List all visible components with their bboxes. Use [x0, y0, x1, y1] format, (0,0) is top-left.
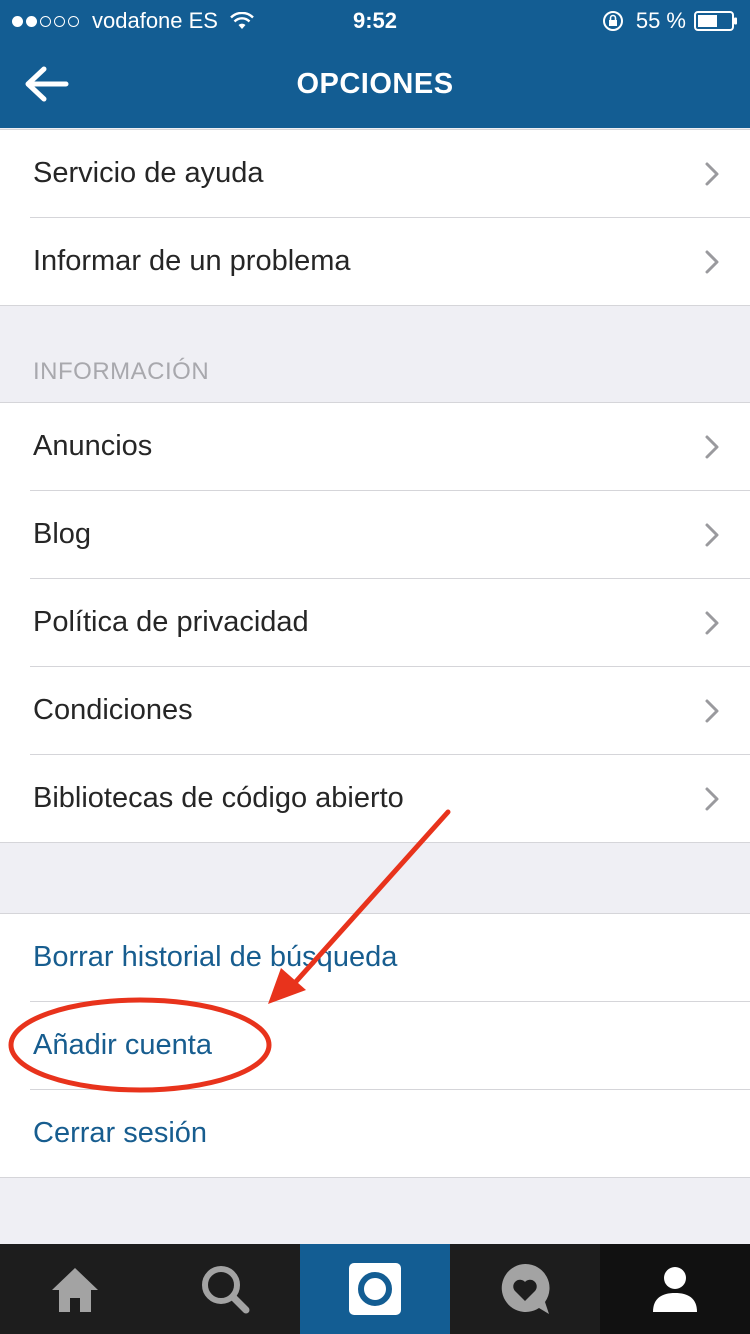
list-item-label: Anuncios: [33, 430, 153, 462]
profile-icon: [653, 1267, 697, 1312]
chevron-right-icon: [705, 787, 719, 811]
account-group: Borrar historial de búsqueda Añadir cuen…: [0, 913, 750, 1178]
add-account-button[interactable]: Añadir cuenta: [30, 1002, 750, 1090]
support-group: Servicio de ayuda Informar de un problem…: [0, 129, 750, 306]
list-item-report-problem[interactable]: Informar de un problema: [30, 218, 750, 305]
battery-percentage: 55 %: [635, 8, 686, 33]
list-item-terms[interactable]: Condiciones: [30, 667, 750, 755]
chevron-right-icon: [705, 699, 719, 723]
status-right: 55 %: [602, 8, 738, 34]
navigation-header: vodafone ES 9:52 55 % OPCIONES: [0, 0, 750, 128]
chevron-right-icon: [705, 611, 719, 635]
list-item-label: Borrar historial de búsqueda: [33, 941, 398, 973]
camera-icon: [349, 1263, 401, 1315]
chevron-right-icon: [705, 250, 719, 274]
search-icon: [202, 1266, 250, 1314]
list-item-label: Añadir cuenta: [33, 1029, 212, 1061]
chevron-right-icon: [705, 435, 719, 459]
chevron-right-icon: [705, 523, 719, 547]
list-item-label: Política de privacidad: [33, 606, 309, 638]
rotation-lock-icon: [602, 11, 623, 31]
list-item-open-source-libraries[interactable]: Bibliotecas de código abierto: [30, 755, 750, 842]
section-header-info: INFORMACIÓN: [33, 358, 210, 385]
list-item-privacy-policy[interactable]: Política de privacidad: [30, 579, 750, 667]
tab-bar: [0, 1244, 750, 1334]
activity-heart-icon: [501, 1263, 550, 1314]
list-item-label: Servicio de ayuda: [33, 157, 264, 189]
page-title: OPCIONES: [296, 68, 454, 100]
list-item-blog[interactable]: Blog: [30, 491, 750, 579]
clear-search-history-button[interactable]: Borrar historial de búsqueda: [30, 914, 750, 1002]
list-item-label: Informar de un problema: [33, 245, 351, 277]
info-group: Anuncios Blog Política de privacidad Con…: [0, 402, 750, 843]
list-item-help-center[interactable]: Servicio de ayuda: [30, 130, 750, 218]
list-item-ads[interactable]: Anuncios: [30, 403, 750, 491]
list-item-label: Blog: [33, 518, 92, 550]
tab-activity[interactable]: [450, 1244, 600, 1334]
tab-search[interactable]: [150, 1244, 300, 1334]
tab-profile[interactable]: [600, 1244, 750, 1334]
tab-camera[interactable]: [300, 1244, 450, 1334]
list-item-label: Cerrar sesión: [33, 1117, 208, 1149]
list-item-label: Condiciones: [33, 694, 193, 726]
tab-home[interactable]: [0, 1244, 150, 1334]
home-icon: [52, 1268, 98, 1312]
chevron-right-icon: [705, 162, 719, 186]
list-item-label: Bibliotecas de código abierto: [33, 782, 404, 814]
battery-icon: [694, 11, 737, 31]
log-out-button[interactable]: Cerrar sesión: [30, 1090, 750, 1177]
status-bar: vodafone ES 9:52 55 %: [0, 0, 750, 42]
